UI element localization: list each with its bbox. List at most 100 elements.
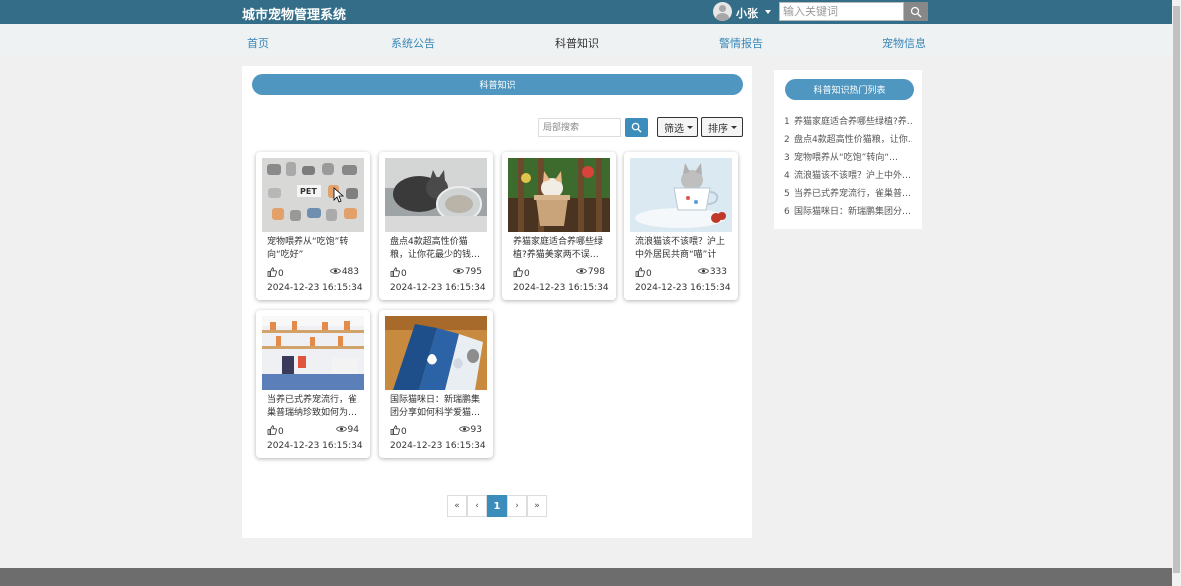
views-count: 93 — [470, 425, 482, 435]
hot-list-item[interactable]: 2 盘点4款超高性价猫粮，让你… — [784, 132, 912, 145]
card-date: 2024-12-23 16:15:34 — [390, 441, 486, 451]
pagination-last[interactable]: » — [527, 495, 547, 517]
card-views: 795 — [452, 267, 482, 277]
hot-list-title: 科普知识热门列表 — [785, 79, 914, 100]
section-title: 科普知识 — [252, 74, 743, 95]
hot-list-text[interactable]: 养猫家庭适合养哪些绿植?养… — [794, 117, 912, 127]
filter-label: 筛选 — [664, 123, 684, 135]
main-nav: 首页 系统公告 科普知识 警情报告 宠物信息 — [0, 24, 1172, 56]
search-icon — [910, 6, 922, 17]
thumbs-up-icon — [513, 267, 523, 277]
views-count: 333 — [709, 267, 727, 277]
hot-list-item[interactable]: 5 当养已式养宠流行，雀巢普… — [784, 186, 912, 199]
cat-eating-image — [385, 158, 487, 232]
card-date: 2024-12-23 16:15:34 — [513, 283, 609, 293]
hot-list-item[interactable]: 4 流浪猫该不该喂？沪上中外… — [784, 168, 912, 181]
top-header-bar — [0, 0, 1172, 24]
thumbs-up-icon — [267, 267, 277, 277]
likes-count: 0 — [401, 427, 407, 437]
views-count: 94 — [347, 425, 359, 435]
article-card[interactable]: 当养已式养宠流行，雀巢普瑞纳珍致如何为… 0 94 2024-12-23 16:… — [256, 310, 370, 458]
card-likes: 0 — [267, 425, 284, 437]
hot-list-text[interactable]: 当养已式养宠流行，雀巢普… — [794, 189, 911, 199]
card-date: 2024-12-23 16:15:34 — [635, 283, 731, 293]
hot-list-number: 2 — [784, 135, 790, 145]
card-likes: 0 — [267, 267, 284, 279]
eye-icon — [575, 268, 587, 274]
card-date: 2024-12-23 16:15:34 — [267, 283, 363, 293]
nav-science-knowledge[interactable]: 科普知识 — [555, 35, 599, 51]
card-date: 2024-12-23 16:15:34 — [390, 283, 486, 293]
hot-list-number: 3 — [784, 153, 790, 163]
hot-list-item[interactable]: 1 养猫家庭适合养哪些绿植?养… — [784, 114, 912, 127]
pagination-first[interactable]: « — [447, 495, 467, 517]
article-card[interactable]: 养猫家庭适合养哪些绿植?养猫美家两不误… 0 798 2024-12-23 16… — [502, 152, 616, 300]
vertical-scrollbar-thumb[interactable] — [1173, 6, 1180, 573]
eye-icon — [452, 268, 464, 274]
card-title[interactable]: 国际猫咪日：新瑞鹏集团分享如何科学爱猫… — [390, 394, 482, 420]
card-views: 483 — [329, 267, 359, 277]
card-title[interactable]: 盘点4款超高性价猫粮，让你花最少的钱… — [390, 236, 482, 262]
article-card[interactable]: PET 宠物喂养从“吃饱”转向“吃好” 0 483 2024-12-23 16:… — [256, 152, 370, 300]
nav-announcements[interactable]: 系统公告 — [391, 35, 435, 51]
search-icon — [631, 122, 642, 133]
local-search-input[interactable] — [538, 118, 621, 137]
hot-list-text[interactable]: 宠物喂养从“吃饱”转向“… — [794, 153, 898, 163]
card-views: 798 — [575, 267, 605, 277]
global-search-button[interactable] — [904, 2, 928, 21]
card-title[interactable]: 流浪猫该不该喂？沪上中外居民共商“喵”计 — [635, 236, 727, 262]
likes-count: 0 — [278, 269, 284, 279]
likes-count: 0 — [646, 269, 652, 279]
views-count: 798 — [587, 267, 605, 277]
pagination-prev[interactable]: ‹ — [467, 495, 487, 517]
username-label[interactable]: 小张 — [736, 5, 758, 21]
article-card[interactable]: 国际猫咪日：新瑞鹏集团分享如何科学爱猫… 0 93 2024-12-23 16:… — [379, 310, 493, 458]
eye-icon — [697, 268, 709, 274]
thumbs-up-icon — [267, 425, 277, 435]
user-menu-caret-icon[interactable] — [765, 10, 771, 14]
pagination-next[interactable]: › — [507, 495, 527, 517]
eye-icon — [335, 426, 347, 432]
hot-list-text[interactable]: 国际猫咪日：新瑞鹏集团分… — [794, 207, 911, 217]
global-search-input[interactable] — [779, 2, 904, 21]
thumbs-up-icon — [635, 267, 645, 277]
caret-down-icon — [687, 125, 693, 129]
pet-illustration-image: PET — [262, 158, 364, 232]
page-footer — [0, 568, 1172, 586]
eye-icon — [458, 426, 470, 432]
card-views: 333 — [697, 267, 727, 277]
hot-list-number: 5 — [784, 189, 790, 199]
thumbs-up-icon — [390, 425, 400, 435]
nav-home[interactable]: 首页 — [247, 35, 269, 51]
thumbs-up-icon — [390, 267, 400, 277]
nav-police-reports[interactable]: 警情报告 — [719, 35, 763, 51]
likes-count: 0 — [524, 269, 530, 279]
hot-list-item[interactable]: 3 宠物喂养从“吃饱”转向“… — [784, 150, 912, 163]
local-search-button[interactable] — [625, 118, 648, 137]
card-likes: 0 — [390, 267, 407, 279]
nav-pet-info[interactable]: 宠物信息 — [882, 35, 926, 51]
pagination-current-page[interactable]: 1 — [487, 495, 507, 517]
likes-count: 0 — [278, 427, 284, 437]
card-title[interactable]: 当养已式养宠流行，雀巢普瑞纳珍致如何为… — [267, 394, 359, 420]
svg-text:PET: PET — [300, 187, 317, 196]
hot-list-text[interactable]: 盘点4款超高性价猫粮，让你… — [794, 135, 912, 145]
hot-list-text[interactable]: 流浪猫该不该喂？沪上中外… — [794, 171, 911, 181]
kitten-in-pot-image — [508, 158, 610, 232]
views-count: 795 — [464, 267, 482, 277]
hot-list-item[interactable]: 6 国际猫咪日：新瑞鹏集团分… — [784, 204, 912, 217]
card-views: 94 — [335, 425, 359, 435]
likes-count: 0 — [401, 269, 407, 279]
cat-food-boxes-image — [385, 316, 487, 390]
card-title[interactable]: 宠物喂养从“吃饱”转向“吃好” — [267, 236, 359, 262]
article-card[interactable]: 流浪猫该不该喂？沪上中外居民共商“喵”计 0 333 2024-12-23 16… — [624, 152, 738, 300]
user-avatar[interactable] — [713, 2, 732, 21]
card-title[interactable]: 养猫家庭适合养哪些绿植?养猫美家两不误… — [513, 236, 605, 262]
filter-dropdown[interactable]: 筛选 — [657, 117, 698, 137]
card-likes: 0 — [513, 267, 530, 279]
card-date: 2024-12-23 16:15:34 — [267, 441, 363, 451]
eye-icon — [329, 268, 341, 274]
sort-dropdown[interactable]: 排序 — [701, 117, 743, 137]
article-card[interactable]: 盘点4款超高性价猫粮，让你花最少的钱… 0 795 2024-12-23 16:… — [379, 152, 493, 300]
sort-label: 排序 — [708, 123, 728, 135]
